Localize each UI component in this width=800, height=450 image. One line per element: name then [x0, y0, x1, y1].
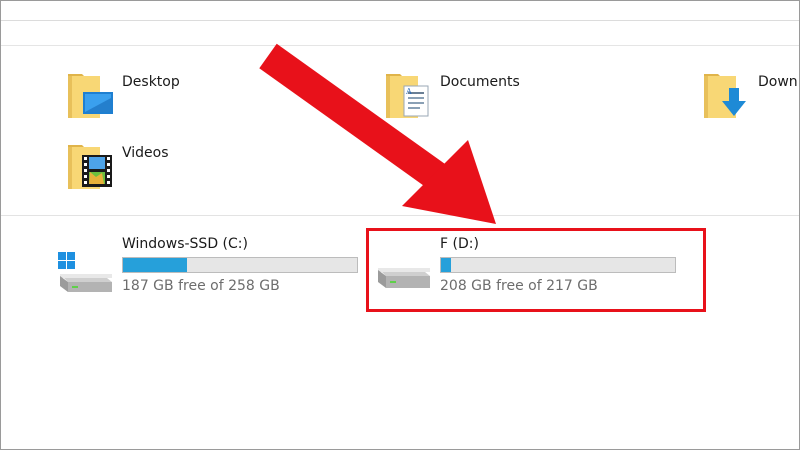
hard-drive-icon [378, 268, 430, 288]
drive-c-free-space: 187 GB free of 258 GB [122, 278, 280, 294]
folder-documents-label: Documents [440, 74, 520, 90]
folder-videos[interactable]: Videos [66, 139, 266, 195]
folder-desktop-label: Desktop [122, 74, 180, 90]
drive-c-usage-bar [122, 257, 358, 273]
documents-folder-icon: A [386, 74, 429, 118]
section-divider [1, 215, 799, 216]
windows-drive-icon [58, 252, 112, 292]
folder-desktop[interactable]: Desktop [66, 68, 266, 124]
drive-d-name: F (D:) [440, 236, 479, 252]
folder-documents[interactable]: A Documents [384, 68, 584, 124]
desktop-folder-icon [68, 74, 113, 118]
drive-d-usage-fill [441, 258, 451, 272]
drive-c-name: Windows-SSD (C:) [122, 236, 248, 252]
folder-downloads-label: Down [758, 74, 798, 90]
svg-text:A: A [405, 87, 412, 96]
drive-d-usage-bar [440, 257, 676, 273]
folder-videos-label: Videos [122, 145, 169, 161]
folder-downloads[interactable]: Down [702, 68, 800, 124]
videos-folder-icon [68, 145, 112, 189]
header-divider [1, 45, 799, 46]
downloads-folder-icon [704, 74, 746, 118]
drive-c-usage-fill [123, 258, 188, 272]
drive-d[interactable]: F (D:) 208 GB free of 217 GB [374, 236, 676, 306]
drive-c[interactable]: Windows-SSD (C:) 187 GB free of 258 GB [56, 236, 358, 306]
toolbar-divider [1, 20, 799, 21]
drive-d-free-space: 208 GB free of 217 GB [440, 278, 598, 294]
